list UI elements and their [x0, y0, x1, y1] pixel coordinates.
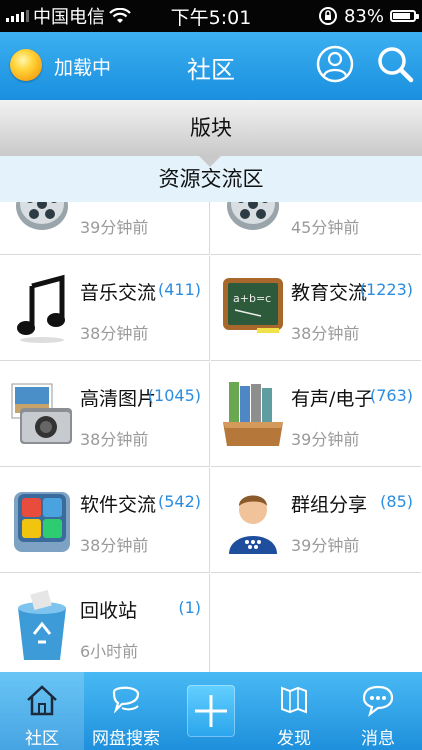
- status-bar: 中国电信 下午5:01 83%: [0, 0, 422, 32]
- forum-time: 45分钟前: [291, 218, 360, 237]
- tab-label: 网盘搜索: [92, 729, 160, 749]
- tab-messages[interactable]: 消息: [336, 672, 420, 750]
- message-icon: [362, 685, 394, 717]
- forum-cell[interactable]: 群组分享 (85) 39分钟前: [211, 468, 421, 573]
- forum-cell[interactable]: 45分钟前: [211, 202, 421, 255]
- forum-time: 38分钟前: [80, 430, 149, 449]
- forum-title: 回收站: [80, 600, 138, 622]
- forum-title: 高清图片: [80, 388, 157, 410]
- forum-cell[interactable]: a+b=c 教育交流 (1223) 38分钟前: [211, 256, 421, 361]
- forum-count: (763): [369, 386, 413, 405]
- recycle-bin-icon: [18, 590, 66, 660]
- status-time: 下午5:01: [170, 6, 252, 29]
- software-box-icon: [14, 492, 70, 552]
- forum-cell[interactable]: 有声/电子 (763) 39分钟前: [211, 362, 421, 467]
- map-icon: [281, 686, 307, 714]
- user-profile-button[interactable]: [315, 44, 355, 84]
- forum-time: 39分钟前: [291, 536, 360, 555]
- forum-time: 39分钟前: [80, 218, 149, 237]
- forum-title: 音乐交流: [80, 282, 157, 304]
- battery-icon: [390, 10, 419, 22]
- forum-title: 教育交流: [291, 282, 368, 304]
- forum-cell[interactable]: 音乐交流 (411) 38分钟前: [0, 256, 210, 361]
- tab-cloud-search[interactable]: 网盘搜索: [84, 672, 168, 750]
- svg-text:a+b=c: a+b=c: [233, 292, 271, 305]
- forum-time: 38分钟前: [291, 324, 360, 343]
- forum-count: (1223): [359, 280, 413, 299]
- film-reel-icon: [227, 202, 279, 230]
- forum-count: (85): [380, 492, 413, 511]
- home-icon: [27, 685, 57, 716]
- rotation-lock-icon: [318, 7, 337, 25]
- tab-label: 消息: [361, 729, 395, 749]
- forum-count: (1045): [147, 386, 201, 405]
- nav-bar: 加载中 社区: [0, 32, 422, 100]
- tab-discover[interactable]: 发现: [252, 672, 336, 750]
- chat-bubble-icon: [112, 686, 140, 714]
- tab-community[interactable]: 社区: [0, 672, 84, 750]
- forum-cell[interactable]: 39分钟前: [0, 202, 210, 255]
- search-button[interactable]: [375, 44, 415, 84]
- chalkboard-icon: a+b=c: [223, 278, 283, 333]
- plus-icon: [195, 695, 227, 727]
- page-title: 社区: [187, 56, 235, 84]
- forum-cell[interactable]: 软件交流 (542) 38分钟前: [0, 468, 210, 573]
- forum-title: 有声/电子: [291, 388, 374, 410]
- group-user-icon: [229, 495, 277, 554]
- forum-cell[interactable]: 回收站 (1) 6小时前: [0, 574, 210, 672]
- battery-percent: 83%: [343, 5, 384, 27]
- forum-time: 38分钟前: [80, 324, 149, 343]
- binders-icon: [223, 382, 283, 446]
- forum-count: (542): [157, 492, 201, 511]
- section-header: 版块: [0, 100, 422, 156]
- forum-count: (411): [157, 280, 201, 299]
- forum-time: 6小时前: [80, 642, 139, 661]
- camera-photos-icon: [11, 383, 72, 444]
- forum-grid: 39分钟前 45分钟前 音乐交流 (411) 38分钟前 a+b=c 教育交流 …: [0, 202, 422, 672]
- section-notch: [199, 156, 221, 167]
- forum-title: 软件交流: [80, 494, 157, 516]
- music-note-icon: [17, 274, 65, 343]
- forum-title: 群组分享: [291, 494, 368, 516]
- tab-label: 社区: [25, 729, 59, 749]
- compose-plus-button[interactable]: [187, 685, 235, 737]
- film-reel-icon: [16, 202, 68, 230]
- forum-time: 38分钟前: [80, 536, 149, 555]
- forum-count: (1): [178, 598, 201, 617]
- forum-cell[interactable]: 高清图片 (1045) 38分钟前: [0, 362, 210, 467]
- tab-label: 发现: [277, 729, 311, 749]
- forum-time: 39分钟前: [291, 430, 360, 449]
